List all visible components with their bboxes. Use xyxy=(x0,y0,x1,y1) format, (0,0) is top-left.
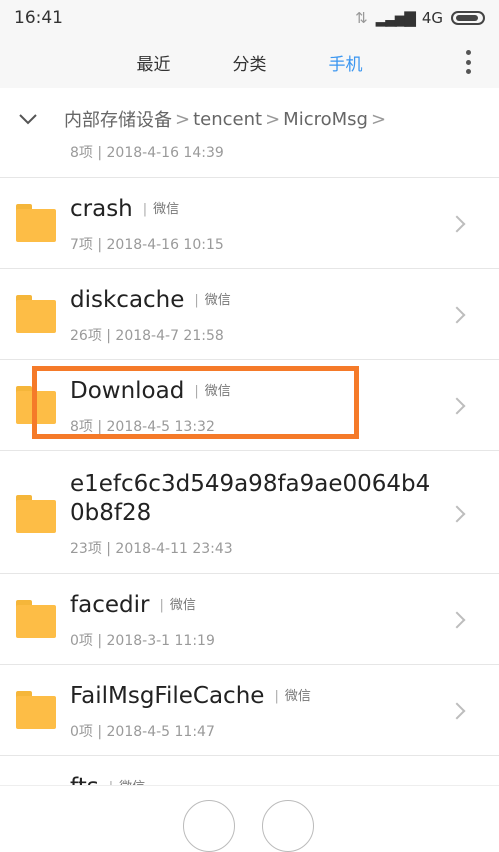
status-bar: 16:41 ⇅ ▂▃▅▇ 4G xyxy=(0,0,499,36)
file-meta: 26项 | 2018-4-7 21:58 xyxy=(70,328,224,344)
file-meta: 8项 | 2018-4-5 13:32 xyxy=(70,419,215,435)
more-options-icon[interactable] xyxy=(465,50,471,74)
file-name-line-1: e1efc6c3d549a98fa9ae0064b4 xyxy=(70,471,431,497)
list-item[interactable]: facedir 微信 0项 | 2018-3-1 11:19 xyxy=(0,574,499,665)
list-item[interactable]: diskcache 微信 26项 | 2018-4-7 21:58 xyxy=(0,269,499,360)
file-list[interactable]: 8项 | 2018-4-16 14:39 crash 微信 7项 | 2018-4… xyxy=(0,142,499,785)
chevron-right-icon xyxy=(448,397,466,415)
file-meta: 8项 | 2018-4-16 14:39 xyxy=(70,145,224,161)
wechat-badge: 微信 xyxy=(194,293,230,308)
list-item[interactable]: e1efc6c3d549a98fa9ae0064b4 0b8f28 23项 | … xyxy=(0,451,499,574)
battery-icon xyxy=(451,11,485,25)
tab-phone[interactable]: 手机 xyxy=(298,50,394,75)
breadcrumb-internal-storage[interactable]: 内部存储设备 xyxy=(64,106,172,132)
file-name: crash xyxy=(70,196,133,222)
folder-icon xyxy=(16,691,56,729)
tab-bar: 最近 分类 手机 xyxy=(0,36,499,88)
list-item[interactable]: FailMsgFileCache 微信 0项 | 2018-4-5 11:47 xyxy=(0,665,499,756)
file-meta: 7项 | 2018-4-16 10:15 xyxy=(70,237,224,253)
breadcrumb-separator: > xyxy=(265,108,281,130)
chevron-right-icon xyxy=(448,611,466,629)
folder-icon xyxy=(16,204,56,242)
breadcrumb: 内部存储设备 > tencent > MicroMsg > xyxy=(0,95,499,143)
list-item[interactable]: 8项 | 2018-4-16 14:39 xyxy=(0,142,499,178)
chevron-right-icon xyxy=(448,702,466,720)
signal-icon: ▂▃▅▇ xyxy=(375,9,416,27)
folder-icon xyxy=(16,495,56,533)
breadcrumb-separator: > xyxy=(370,108,387,130)
file-name: FailMsgFileCache xyxy=(70,683,265,709)
status-time: 16:41 xyxy=(14,8,63,28)
breadcrumb-tencent[interactable]: tencent xyxy=(193,109,262,130)
chevron-right-icon xyxy=(448,215,466,233)
file-name: diskcache xyxy=(70,287,185,313)
file-meta: 23项 | 2018-4-11 23:43 xyxy=(70,541,233,557)
wechat-badge: 微信 xyxy=(194,384,230,399)
bottom-action-bar xyxy=(0,785,499,852)
clean-button[interactable] xyxy=(262,800,314,852)
list-item[interactable]: fts微信 xyxy=(0,756,499,785)
file-name: fts xyxy=(70,774,99,785)
folder-icon xyxy=(16,295,56,333)
file-meta: 0项 | 2018-4-5 11:47 xyxy=(70,724,215,740)
network-type: 4G xyxy=(421,9,443,27)
folder-icon xyxy=(16,600,56,638)
wechat-badge: 微信 xyxy=(274,689,310,704)
tab-category[interactable]: 分类 xyxy=(202,50,298,75)
data-transfer-icon: ⇅ xyxy=(355,9,368,27)
list-item[interactable]: crash 微信 7项 | 2018-4-16 10:15 xyxy=(0,178,499,269)
breadcrumb-separator: > xyxy=(175,108,191,130)
wechat-badge: 微信 xyxy=(159,598,195,613)
folder-icon xyxy=(16,386,56,424)
file-name: facedir xyxy=(70,592,150,618)
file-name-line-2: 0b8f28 xyxy=(70,500,152,526)
file-name: Download xyxy=(70,378,185,404)
tab-recent[interactable]: 最近 xyxy=(106,50,202,75)
file-meta: 0项 | 2018-3-1 11:19 xyxy=(70,633,215,649)
chevron-right-icon xyxy=(448,505,466,523)
chevron-down-icon[interactable] xyxy=(6,109,50,130)
list-item[interactable]: Download 微信 8项 | 2018-4-5 13:32 xyxy=(0,360,499,451)
wechat-badge: 微信 xyxy=(143,202,179,217)
chevron-right-icon xyxy=(448,306,466,324)
breadcrumb-micromsg[interactable]: MicroMsg xyxy=(283,109,368,130)
search-button[interactable] xyxy=(183,800,235,852)
